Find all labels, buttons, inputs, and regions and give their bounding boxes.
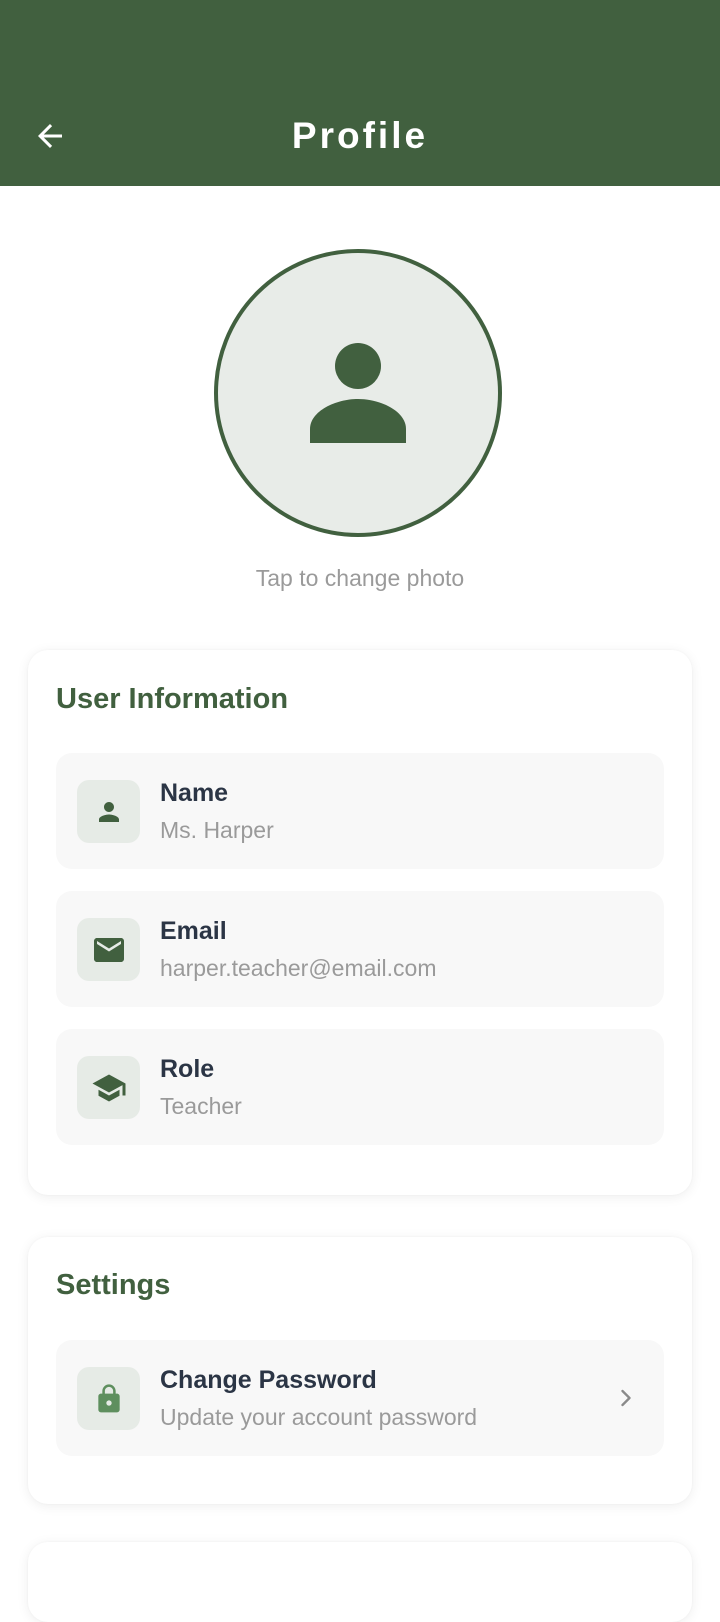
chevron-right-icon: [610, 1382, 642, 1414]
profile-photo[interactable]: [214, 249, 502, 537]
email-row: Email harper.teacher@email.com: [56, 891, 664, 1007]
lock-icon-tile: [77, 1367, 140, 1430]
graduation-cap-icon: [92, 1074, 125, 1101]
name-label: Name: [160, 779, 229, 807]
role-label: Role: [160, 1055, 215, 1083]
settings-card: Settings Change Password Update your acc…: [28, 1237, 692, 1504]
name-value: Ms. Harper: [160, 817, 274, 843]
role-row: Role Teacher: [56, 1029, 664, 1145]
lock-icon: [97, 1383, 120, 1412]
email-icon-tile: [77, 918, 140, 981]
email-value: harper.teacher@email.com: [160, 955, 437, 981]
page-title: Profile: [291, 115, 429, 156]
change-password-label: Change Password: [160, 1366, 377, 1394]
change-password-row[interactable]: Change Password Update your account pass…: [56, 1340, 664, 1456]
person-icon: [98, 801, 119, 822]
user-information-title: User Information: [56, 683, 289, 715]
name-row: Name Ms. Harper: [56, 753, 664, 869]
role-value: Teacher: [160, 1093, 242, 1119]
person-icon: [310, 343, 406, 443]
role-icon-tile: [77, 1056, 140, 1119]
email-label: Email: [160, 917, 227, 945]
change-password-description: Update your account password: [160, 1404, 478, 1430]
name-icon-tile: [77, 780, 140, 843]
app-bar: Profile: [0, 0, 720, 186]
settings-title: Settings: [56, 1269, 171, 1301]
change-photo-caption[interactable]: Tap to change photo: [0, 562, 720, 594]
email-icon: [93, 937, 124, 962]
next-card: [28, 1542, 692, 1622]
user-information-card: User Information Name Ms. Harper Email h…: [28, 650, 692, 1195]
